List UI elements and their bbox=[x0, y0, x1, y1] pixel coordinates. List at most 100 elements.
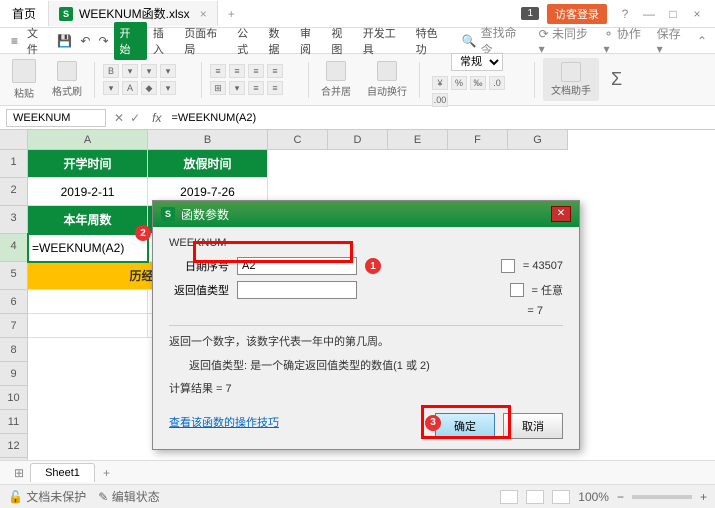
assistant-icon bbox=[561, 62, 581, 82]
cell-a3[interactable]: 本年周数 bbox=[28, 206, 148, 234]
arg2-input[interactable] bbox=[237, 281, 357, 299]
sheet-tab[interactable]: Sheet1 bbox=[30, 463, 95, 482]
menu-view[interactable]: 视图 bbox=[327, 22, 356, 60]
edit-status: ✎ 编辑状态 bbox=[98, 488, 159, 505]
zoom-level[interactable]: 100% bbox=[578, 490, 609, 504]
close-icon[interactable]: × bbox=[200, 7, 207, 21]
cell-a4-editing[interactable]: =WEEKNUM(A2) bbox=[28, 234, 148, 262]
zoom-slider[interactable] bbox=[632, 495, 692, 499]
sum-button[interactable]: Σ bbox=[607, 69, 626, 90]
row-header-6[interactable]: 6 bbox=[0, 290, 28, 314]
cancel-formula-icon[interactable]: ✕ bbox=[114, 111, 124, 125]
row-header-4[interactable]: 4 bbox=[0, 234, 28, 262]
row-header-12[interactable]: 12 bbox=[0, 434, 28, 458]
col-header-d[interactable]: D bbox=[328, 130, 388, 150]
menu-dev[interactable]: 开发工具 bbox=[359, 22, 410, 60]
help-link[interactable]: 查看该函数的操作技巧 bbox=[169, 414, 279, 430]
col-header-b[interactable]: B bbox=[148, 130, 268, 150]
row-header-2[interactable]: 2 bbox=[0, 178, 28, 206]
titlebar: 首页 S WEEKNUM函数.xlsx × + 1 访客登录 ? — □ × bbox=[0, 0, 715, 28]
arg1-input[interactable] bbox=[237, 257, 357, 275]
cell-a7[interactable] bbox=[28, 314, 148, 338]
menu-layout[interactable]: 页面布局 bbox=[180, 22, 231, 60]
collapse-ribbon-icon[interactable]: ⌃ bbox=[697, 34, 707, 48]
row-header-9[interactable]: 9 bbox=[0, 362, 28, 386]
arg1-result: = 43507 bbox=[523, 260, 563, 272]
formula-bar: ✕ ✓ fx bbox=[0, 106, 715, 130]
ribbon-toolbar: 粘贴 格式刷 B▾▾▾▾A◆▾ ≡≡≡≡⊞▾≡≡ 合并居 自动换行 常规 ¥%‰… bbox=[0, 54, 715, 106]
confirm-formula-icon[interactable]: ✓ bbox=[130, 111, 140, 125]
menu-formula[interactable]: 公式 bbox=[233, 22, 262, 60]
format-painter[interactable]: 格式刷 bbox=[48, 61, 86, 98]
merge-button[interactable]: 合并居 bbox=[317, 61, 355, 98]
dialog-title: 函数参数 bbox=[181, 206, 229, 223]
arg2-label: 返回值类型 bbox=[169, 282, 229, 298]
col-header-c[interactable]: C bbox=[268, 130, 328, 150]
row-header-8[interactable]: 8 bbox=[0, 338, 28, 362]
menu-start[interactable]: 开始 bbox=[114, 22, 147, 60]
guest-login-button[interactable]: 访客登录 bbox=[547, 4, 607, 24]
zoom-in-icon[interactable]: + bbox=[700, 490, 707, 504]
close-window-icon[interactable]: × bbox=[687, 7, 707, 21]
menu-file[interactable]: 文件 bbox=[23, 22, 52, 60]
save-menu[interactable]: 保存 ▾ bbox=[657, 25, 689, 56]
protect-status[interactable]: 🔓 文档未保护 bbox=[8, 488, 86, 505]
menu-data[interactable]: 数据 bbox=[265, 22, 294, 60]
col-header-g[interactable]: G bbox=[508, 130, 568, 150]
sheet-nav-icon[interactable]: ⊞ bbox=[8, 466, 30, 480]
view-page-icon[interactable] bbox=[526, 490, 544, 504]
formula-input[interactable] bbox=[165, 110, 715, 126]
arg1-label: 日期序号 bbox=[169, 258, 229, 274]
cancel-button[interactable]: 取消 bbox=[503, 413, 563, 439]
fx-icon[interactable]: fx bbox=[148, 111, 165, 125]
view-normal-icon[interactable] bbox=[500, 490, 518, 504]
row-header-5[interactable]: 5 bbox=[0, 262, 28, 290]
row-header-10[interactable]: 10 bbox=[0, 386, 28, 410]
redo-icon[interactable]: ↷ bbox=[95, 34, 111, 48]
range-picker-icon[interactable] bbox=[501, 259, 515, 273]
view-break-icon[interactable] bbox=[552, 490, 570, 504]
add-sheet-button[interactable]: + bbox=[95, 463, 118, 483]
wrap-button[interactable]: 自动换行 bbox=[363, 61, 411, 98]
cell-a2[interactable]: 2019-2-11 bbox=[28, 178, 148, 206]
align-buttons[interactable]: ≡≡≡≡⊞▾≡≡ bbox=[210, 64, 300, 95]
name-box[interactable] bbox=[6, 109, 106, 127]
wrap-icon bbox=[377, 61, 397, 81]
dialog-close-icon[interactable]: ✕ bbox=[551, 206, 571, 222]
menubar: ≡ 文件 💾 ↶ ↷ 开始 插入 页面布局 公式 数据 审阅 视图 开发工具 特… bbox=[0, 28, 715, 54]
arg2-result: = 任意 bbox=[532, 282, 563, 298]
col-header-f[interactable]: F bbox=[448, 130, 508, 150]
cell-b1[interactable]: 放假时间 bbox=[148, 150, 268, 178]
range-picker-icon-2[interactable] bbox=[510, 283, 524, 297]
zoom-out-icon[interactable]: − bbox=[617, 490, 624, 504]
select-all-corner[interactable] bbox=[0, 130, 28, 150]
row-header-11[interactable]: 11 bbox=[0, 410, 28, 434]
menu-review[interactable]: 审阅 bbox=[296, 22, 325, 60]
row-header-3[interactable]: 3 bbox=[0, 206, 28, 234]
callout-1: 1 bbox=[365, 258, 381, 274]
notification-badge[interactable]: 1 bbox=[521, 7, 539, 20]
collab-button[interactable]: ⚬ 协作 ▾ bbox=[603, 25, 648, 56]
cell-a6[interactable] bbox=[28, 290, 148, 314]
paste-group[interactable]: 粘贴 bbox=[8, 59, 40, 100]
filename: WEEKNUM函数.xlsx bbox=[79, 5, 190, 22]
col-header-a[interactable]: A bbox=[28, 130, 148, 150]
undo-icon[interactable]: ↶ bbox=[77, 34, 93, 48]
maximize-icon[interactable]: □ bbox=[663, 7, 683, 21]
sync-status[interactable]: ⟳ 未同步 ▾ bbox=[539, 25, 596, 56]
menu-hamburger-icon[interactable]: ≡ bbox=[8, 34, 21, 48]
ok-button[interactable]: 确定 bbox=[435, 413, 495, 439]
merge-icon bbox=[326, 61, 346, 81]
help-icon[interactable]: ? bbox=[615, 7, 635, 21]
cell-a1[interactable]: 开学时间 bbox=[28, 150, 148, 178]
save-icon[interactable]: 💾 bbox=[54, 34, 75, 48]
sheet-tabs-bar: ⊞ Sheet1 + bbox=[0, 460, 715, 484]
row-header-1[interactable]: 1 bbox=[0, 150, 28, 178]
menu-insert[interactable]: 插入 bbox=[149, 22, 178, 60]
minimize-icon[interactable]: — bbox=[639, 7, 659, 21]
doc-assistant[interactable]: 文档助手 bbox=[543, 58, 599, 101]
font-buttons[interactable]: B▾▾▾▾A◆▾ bbox=[103, 64, 193, 95]
number-format-select[interactable]: 常规 bbox=[451, 53, 503, 71]
col-header-e[interactable]: E bbox=[388, 130, 448, 150]
row-header-7[interactable]: 7 bbox=[0, 314, 28, 338]
